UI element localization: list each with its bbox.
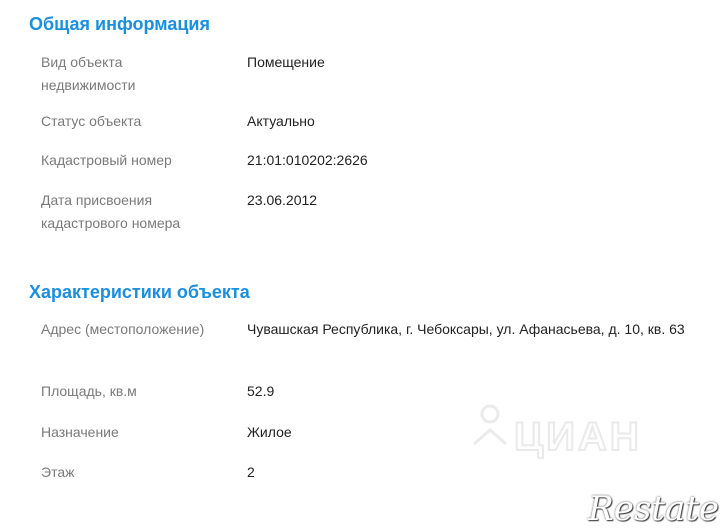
cian-watermark-text: ЦИАН	[514, 415, 642, 459]
value-cadastral-number: 21:01:010202:2626	[247, 152, 368, 168]
cian-watermark: ЦИАН	[468, 400, 668, 480]
value-object-type: Помещение	[247, 54, 325, 70]
value-address: Чувашская Республика, г. Чебоксары, ул. …	[247, 321, 685, 337]
value-cadastral-date: 23.06.2012	[247, 192, 318, 208]
label-object-status: Статус объекта	[41, 113, 142, 129]
label-floor: Этаж	[41, 464, 75, 480]
cian-logo-roof-icon	[473, 428, 507, 446]
restate-watermark: Restate	[588, 489, 719, 529]
general-info-title: Общая информация	[29, 14, 210, 34]
label-cadastral-number: Кадастровый номер	[41, 152, 172, 168]
label-cadastral-date: Дата присвоения кадастрового номера	[41, 192, 181, 231]
characteristics-title: Характеристики объекта	[29, 282, 250, 302]
label-area: Площадь, кв.м	[41, 383, 137, 399]
label-address: Адрес (местоположение)	[41, 321, 205, 337]
label-object-type: Вид объекта недвижимости	[41, 54, 136, 93]
cian-logo-pin-icon	[480, 404, 500, 424]
value-object-status: Актуально	[247, 113, 315, 129]
label-purpose: Назначение	[41, 424, 119, 440]
